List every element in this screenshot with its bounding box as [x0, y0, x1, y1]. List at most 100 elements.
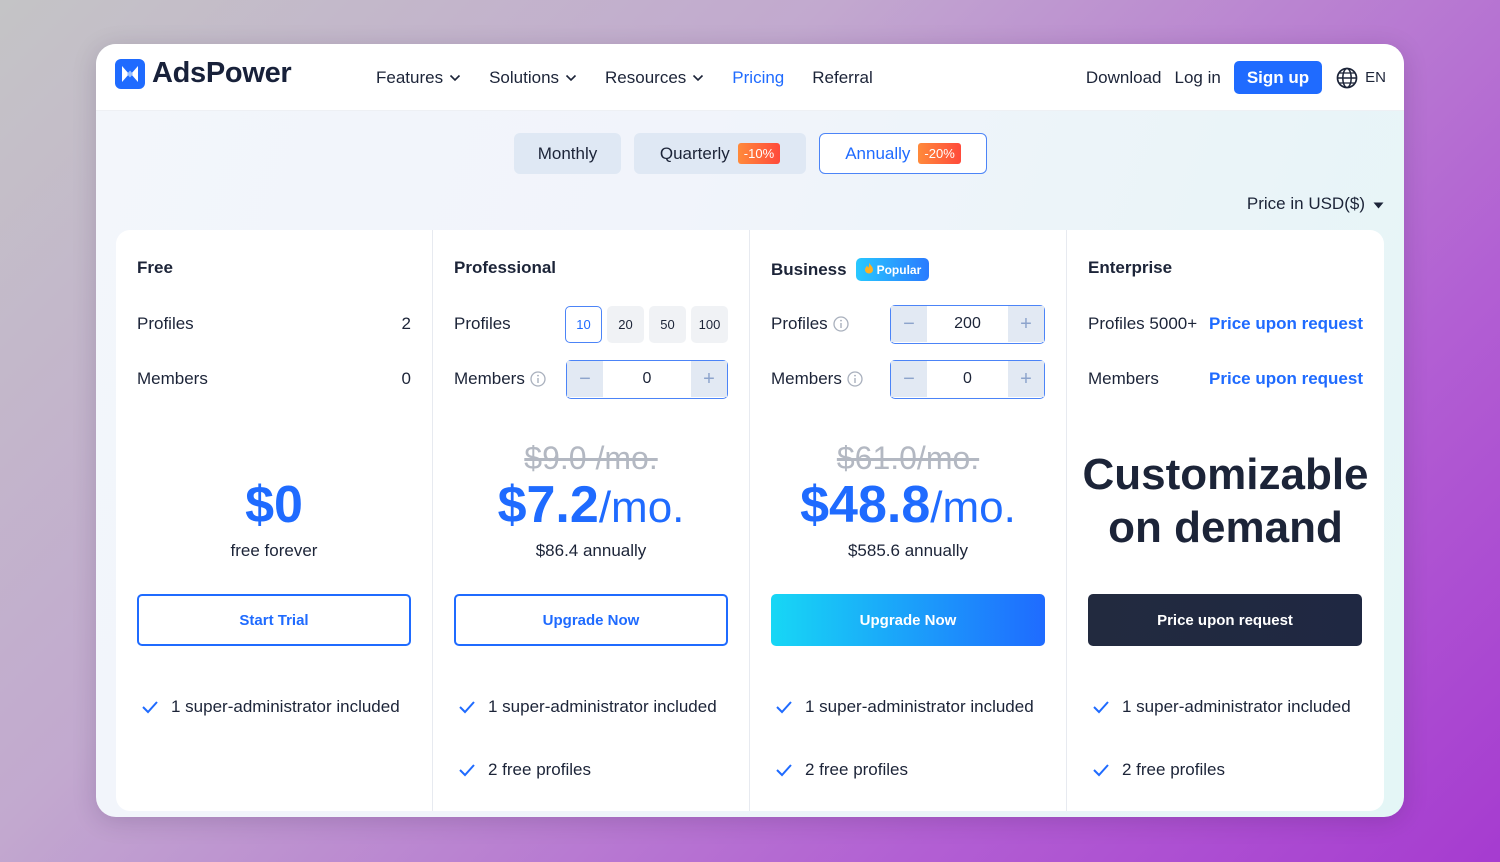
check-icon	[775, 757, 796, 784]
start-trial-button[interactable]: Start Trial	[137, 594, 411, 646]
popular-badge: Popular	[855, 258, 930, 281]
profiles-value: 2	[401, 314, 411, 333]
check-icon	[458, 694, 479, 721]
feature-text: 2 free profiles	[805, 760, 908, 779]
plan-card-enterprise: Enterprise Profiles 5000+ Price upon req…	[1067, 230, 1384, 811]
signup-button[interactable]: Sign up	[1233, 61, 1323, 94]
language-label: EN	[1365, 69, 1386, 86]
discount-badge: -10%	[737, 143, 781, 164]
plus-icon[interactable]: +	[1008, 306, 1044, 342]
chevron-down-icon	[449, 74, 461, 82]
brand-name: AdsPower	[152, 57, 292, 89]
plan-name-text: Enterprise	[1088, 258, 1173, 277]
headline-line: Customizable	[1082, 450, 1369, 499]
members-row: Members 0	[137, 360, 411, 398]
profiles-price-request-link[interactable]: Price upon request	[1209, 314, 1363, 334]
info-icon[interactable]	[833, 316, 849, 332]
download-link[interactable]: Download	[1086, 68, 1162, 88]
profiles-label-group: Profiles	[771, 314, 849, 334]
profiles-label: Profiles	[454, 314, 511, 333]
main-nav: Features Solutions Resources Pricing Ref…	[376, 44, 901, 111]
check-icon	[775, 694, 796, 721]
price-amount: $48.8	[800, 476, 931, 534]
globe-icon	[1336, 67, 1358, 88]
browser-window: AdsPower Features Solutions Resources Pr…	[96, 44, 1404, 817]
feature-text: 2 free profiles	[488, 760, 591, 779]
minus-icon[interactable]: −	[891, 306, 927, 342]
currency-selector[interactable]: Price in USD($)	[1247, 194, 1384, 214]
profiles-row: Profiles − 200 +	[771, 304, 1045, 344]
price-upon-request-button[interactable]: Price upon request	[1088, 594, 1362, 646]
plan-title: Professional	[454, 258, 556, 278]
feature-text: 1 super-administrator included	[488, 697, 717, 716]
nav-label: Resources	[605, 67, 687, 87]
members-label: Members	[137, 369, 208, 388]
original-price: $9.0 /mo.	[524, 440, 658, 476]
nav-label: Referral	[812, 67, 873, 87]
profile-option-20[interactable]: 20	[607, 305, 644, 343]
minus-icon[interactable]: −	[567, 361, 603, 397]
info-icon[interactable]	[530, 371, 546, 387]
members-label: Members	[771, 369, 842, 388]
members-row: Members Price upon request	[1088, 360, 1363, 398]
header-actions: Download Log in Sign up EN	[1086, 44, 1386, 111]
chevron-down-icon	[692, 74, 704, 82]
plan-title: Business Popular	[771, 258, 930, 281]
members-row: Members − 0 +	[454, 359, 728, 399]
feature-text: 2 free profiles	[1122, 760, 1225, 779]
members-price-request-link[interactable]: Price upon request	[1209, 369, 1363, 389]
profile-option-100[interactable]: 100	[691, 305, 728, 343]
upgrade-now-button[interactable]: Upgrade Now	[771, 594, 1045, 646]
adspower-logo-icon	[115, 58, 145, 89]
minus-icon[interactable]: −	[891, 361, 927, 397]
feature-text: 1 super-administrator included	[171, 697, 400, 716]
profiles-stepper: − 200 +	[890, 304, 1045, 344]
price-unit: /mo.	[930, 483, 1016, 532]
nav-label: Features	[376, 67, 444, 87]
popular-label: Popular	[876, 262, 922, 277]
members-value[interactable]: 0	[927, 370, 1008, 388]
check-icon	[458, 757, 479, 784]
billing-annually-button[interactable]: Annually -20%	[819, 133, 987, 174]
price-subtext: free forever	[230, 541, 318, 560]
billing-monthly-button[interactable]: Monthly	[514, 133, 621, 174]
brand-logo[interactable]: AdsPower	[115, 57, 292, 90]
profiles-label: Profiles	[771, 314, 828, 333]
profiles-label: Profiles 5000+	[1088, 314, 1198, 333]
nav-label: Solutions	[489, 67, 560, 87]
members-label-group: Members	[771, 369, 863, 389]
members-label-group: Members	[454, 369, 546, 389]
plus-icon[interactable]: +	[1008, 361, 1044, 397]
profiles-value[interactable]: 200	[927, 315, 1008, 333]
price-subtext: $585.6 annually	[847, 541, 969, 560]
billing-period-toggle: Monthly Quarterly -10% Annually -20%	[514, 133, 1000, 174]
nav-item-pricing[interactable]: Pricing	[732, 68, 784, 88]
members-value[interactable]: 0	[603, 370, 691, 388]
nav-item-solutions[interactable]: Solutions	[489, 68, 577, 88]
billing-quarterly-button[interactable]: Quarterly -10%	[634, 133, 806, 174]
currency-label: Price in USD($)	[1246, 194, 1365, 213]
price-subtext: $86.4 annually	[535, 541, 647, 560]
profiles-row: Profiles 2	[137, 305, 411, 343]
nav-item-referral[interactable]: Referral	[812, 68, 872, 88]
top-navigation: AdsPower Features Solutions Resources Pr…	[96, 44, 1404, 111]
plan-price: $48.8/mo.	[750, 475, 1066, 535]
feature-item: 2 free profiles	[458, 757, 728, 784]
chevron-down-icon	[565, 74, 577, 82]
profile-options: 10 20 50 100	[560, 305, 728, 343]
profiles-label: Profiles	[137, 314, 194, 333]
info-icon[interactable]	[847, 371, 863, 387]
nav-item-resources[interactable]: Resources	[605, 68, 704, 88]
profile-option-10[interactable]: 10	[565, 305, 602, 343]
plus-icon[interactable]: +	[691, 361, 727, 397]
billing-label: Monthly	[537, 143, 598, 163]
plan-price: $0	[245, 476, 303, 534]
price-unit: /mo.	[598, 483, 685, 532]
login-link[interactable]: Log in	[1175, 68, 1221, 88]
profiles-row: Profiles 10 20 50 100	[454, 305, 728, 343]
profile-option-50[interactable]: 50	[649, 305, 686, 343]
language-selector[interactable]: EN	[1336, 67, 1386, 89]
pricing-plans: Free Profiles 2 Members 0 $0 free foreve…	[116, 230, 1384, 811]
nav-item-features[interactable]: Features	[376, 68, 461, 88]
upgrade-now-button[interactable]: Upgrade Now	[454, 594, 728, 646]
